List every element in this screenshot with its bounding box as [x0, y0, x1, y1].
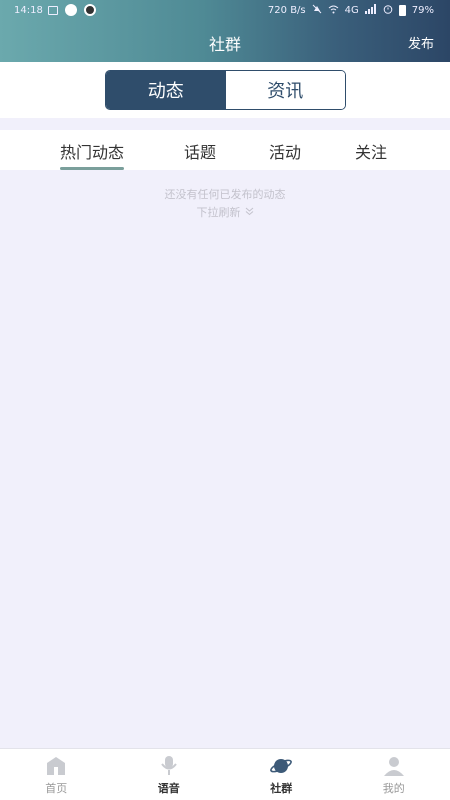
subtab-hot[interactable]: 热门动态 [60, 139, 125, 170]
app-notification-icon-2 [84, 4, 96, 16]
nav-item-mine[interactable]: 我的 [338, 749, 450, 800]
battery-level: 79% [411, 5, 434, 16]
publish-button[interactable]: 发布 [408, 33, 434, 52]
segment-bar: 动态 资讯 [0, 62, 450, 118]
nav-label-voice: 语音 [157, 782, 180, 795]
nav-item-home[interactable]: 首页 [0, 749, 113, 800]
bottom-nav: 首页 语音 社群 我的 [0, 748, 450, 800]
battery-icon [398, 5, 406, 16]
image-notification-icon [48, 5, 58, 15]
subtab-events[interactable]: 活动 [269, 139, 301, 163]
network-type: 4G [344, 5, 359, 16]
subtab-bar: 热门动态 话题 活动 关注 [0, 130, 450, 170]
segment-control: 动态 资讯 [105, 70, 346, 110]
wifi-icon [328, 4, 339, 17]
microphone-icon [156, 754, 182, 778]
status-notification-icons [48, 4, 96, 16]
signal-icon [364, 4, 377, 17]
home-icon [43, 754, 69, 778]
nav-label-home: 首页 [45, 782, 68, 795]
nav-item-community[interactable]: 社群 [225, 749, 338, 800]
status-time: 14:18 [14, 5, 43, 16]
planet-icon [268, 754, 294, 778]
app-header: 14:18 720 B/s 4G 79% 社群 发布 [0, 0, 450, 62]
page-title: 社群 [208, 35, 241, 54]
mute-icon [312, 4, 322, 17]
double-chevron-down-icon [245, 204, 254, 222]
network-speed: 720 B/s [267, 5, 306, 16]
app-notification-icon [65, 4, 77, 16]
status-bar: 14:18 720 B/s 4G 79% [0, 0, 450, 22]
empty-state: 还没有任何已发布的动态 下拉刷新 [0, 186, 450, 222]
subtab-topics[interactable]: 话题 [184, 139, 216, 163]
segment-tab-news[interactable]: 资讯 [225, 71, 345, 109]
subtab-following[interactable]: 关注 [355, 139, 387, 163]
section-divider [0, 118, 450, 130]
pull-refresh-label: 下拉刷新 [196, 206, 241, 219]
nav-label-mine: 我的 [382, 782, 405, 795]
pull-refresh-hint: 下拉刷新 [197, 204, 254, 222]
nav-item-voice[interactable]: 语音 [113, 749, 226, 800]
alarm-icon [383, 4, 393, 17]
segment-tab-dynamics[interactable]: 动态 [106, 71, 226, 109]
nav-label-community: 社群 [270, 782, 293, 795]
status-system-icons: 720 B/s 4G 79% [268, 4, 434, 17]
user-icon [381, 754, 407, 778]
empty-message: 还没有任何已发布的动态 [164, 188, 286, 201]
